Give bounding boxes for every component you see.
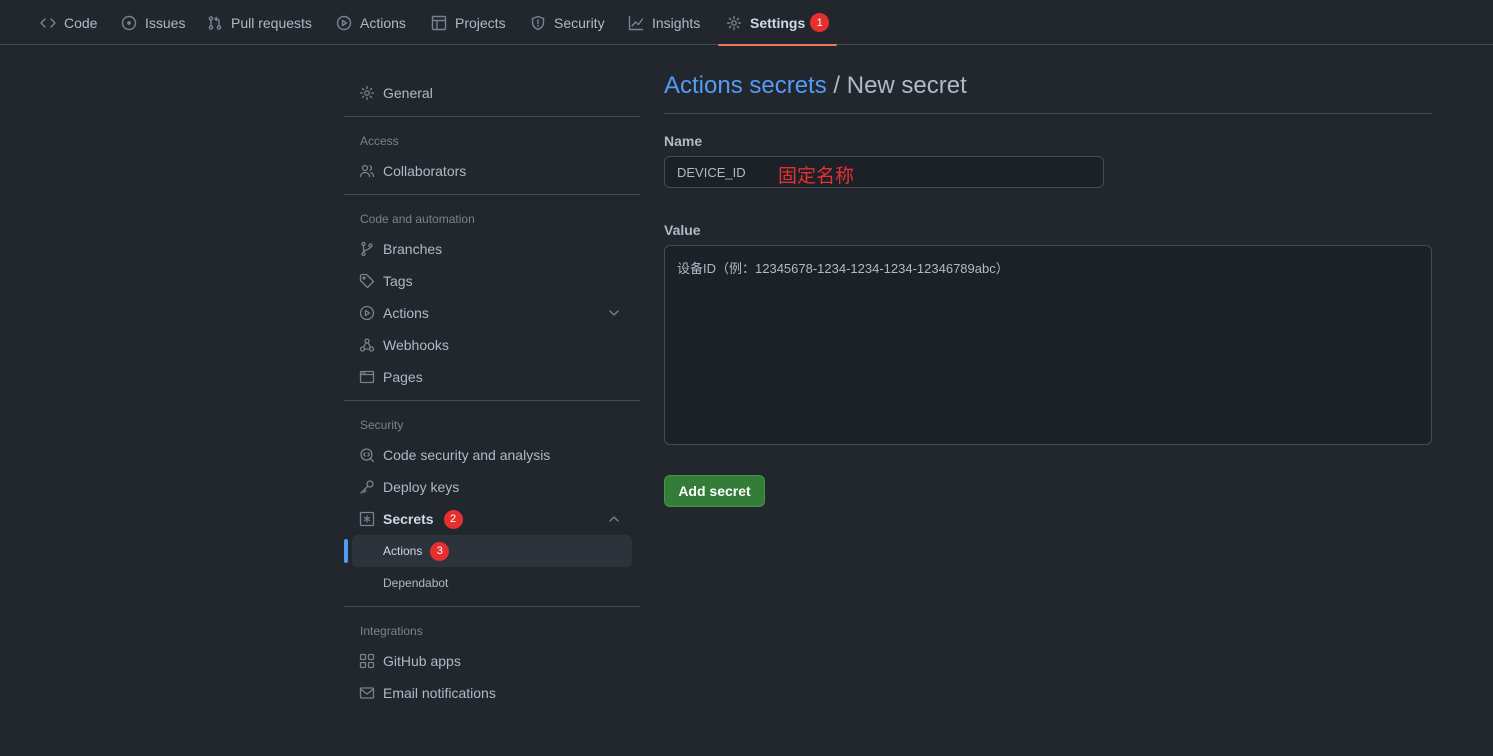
tab-security[interactable]: Security (530, 0, 605, 45)
apps-icon (359, 653, 375, 669)
tab-actions[interactable]: Actions (336, 0, 406, 45)
tab-settings[interactable]: Settings 1 (717, 0, 838, 46)
sidebar-divider (344, 606, 640, 607)
secret-value-textarea[interactable]: 设备ID（例：12345678-1234-1234-1234-12346789a… (664, 245, 1432, 445)
gear-icon (359, 85, 375, 101)
chevron-up-icon[interactable] (606, 511, 622, 527)
table-icon (431, 15, 447, 30)
webhook-icon (359, 338, 375, 352)
tab-insights[interactable]: Insights (628, 0, 700, 45)
code-icon (40, 17, 56, 28)
step-badge-2: 2 (443, 509, 463, 529)
step-badge-3: 3 (430, 541, 450, 561)
sidebar-heading-code: Code and automation (360, 212, 475, 226)
gear-icon (726, 15, 742, 30)
pull-request-icon (208, 15, 222, 30)
sidebar-heading-access: Access (360, 134, 399, 148)
sidebar-item-code-security[interactable]: Code security and analysis (352, 439, 632, 471)
tag-icon (359, 273, 375, 289)
breadcrumb-actions-secrets[interactable]: Actions secrets (664, 72, 827, 99)
value-label: Value (664, 222, 701, 238)
sidebar-item-secrets-actions[interactable]: Actions 3 (352, 535, 632, 567)
codescan-icon (360, 448, 375, 463)
sidebar-item-secrets[interactable]: Secrets 2 (352, 503, 632, 535)
key-icon (360, 480, 374, 494)
sidebar-item-deploy-keys[interactable]: Deploy keys (352, 471, 632, 503)
sidebar-item-pages[interactable]: Pages (352, 361, 632, 393)
tab-issues[interactable]: Issues (121, 0, 185, 45)
tab-pull-requests[interactable]: Pull requests (207, 0, 312, 45)
branch-icon (361, 241, 373, 257)
repo-nav: Code Issues Pull requests Actions Projec… (0, 0, 1493, 46)
graph-icon (628, 15, 644, 30)
sidebar-divider (344, 194, 640, 195)
mail-icon (359, 687, 375, 699)
sidebar-item-branches[interactable]: Branches (352, 233, 632, 265)
play-icon (336, 15, 352, 30)
sidebar-item-github-apps[interactable]: GitHub apps (352, 645, 632, 677)
sidebar-item-general[interactable]: General (352, 77, 632, 109)
sidebar-heading-security: Security (360, 418, 404, 432)
secret-name-input[interactable] (664, 156, 1104, 188)
key-asterisk-icon (359, 511, 375, 527)
sidebar-item-webhooks[interactable]: Webhooks (352, 329, 632, 361)
people-icon (359, 164, 375, 178)
name-annotation: 固定名称 (778, 166, 855, 187)
sidebar-divider (344, 116, 640, 117)
sidebar-item-secrets-dependabot[interactable]: Dependabot (352, 567, 632, 599)
tab-projects[interactable]: Projects (431, 0, 506, 45)
sidebar-item-tags[interactable]: Tags (352, 265, 632, 297)
breadcrumb-separator: / (826, 72, 847, 99)
sidebar-divider (344, 400, 640, 401)
browser-icon (359, 370, 375, 384)
step-badge-1: 1 (810, 13, 830, 32)
chevron-down-icon[interactable] (606, 305, 622, 321)
sidebar-item-actions[interactable]: Actions (352, 297, 632, 329)
tab-code[interactable]: Code (40, 0, 97, 45)
selected-indicator (344, 539, 348, 563)
play-icon (359, 305, 375, 321)
shield-icon (531, 15, 545, 30)
add-secret-button[interactable]: Add secret (664, 475, 765, 507)
sidebar-item-email-notifications[interactable]: Email notifications (352, 677, 632, 709)
page-title-text: New secret (846, 72, 967, 99)
sidebar-item-collaborators[interactable]: Collaborators (352, 155, 632, 187)
issue-icon (121, 15, 137, 30)
sidebar-heading-integrations: Integrations (360, 624, 423, 638)
name-label: Name (664, 133, 703, 149)
page-title: Actions secrets / New secret (664, 72, 1432, 114)
